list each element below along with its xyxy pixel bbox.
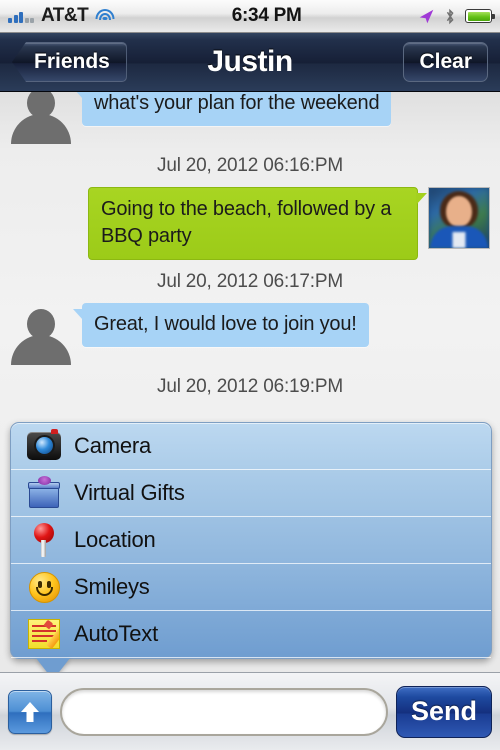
carrier-label: AT&T (41, 5, 89, 26)
location-pin-icon (22, 520, 66, 560)
signal-bars-icon (8, 9, 34, 23)
status-bar: AT&T 6:34 PM (0, 0, 500, 33)
camera-icon (22, 426, 66, 466)
popup-item-label: Camera (74, 433, 152, 458)
popup-item-camera[interactable]: Camera (11, 423, 491, 470)
avatar-user-photo[interactable] (428, 187, 490, 249)
clear-button[interactable]: Clear (403, 42, 488, 82)
message-bubble-incoming[interactable]: Great, I would love to join you! (73, 303, 369, 347)
avatar-placeholder-silhouette[interactable] (10, 92, 72, 144)
phone-screen: AT&T 6:34 PM Friends Justin Clear what's… (0, 0, 500, 750)
message-timestamp: Jul 20, 2012 06:16:PM (157, 155, 343, 176)
popup-item-virtual-gifts[interactable]: Virtual Gifts (11, 470, 491, 517)
popup-item-autotext[interactable]: AutoText (11, 611, 491, 658)
notepad-pencil-icon (22, 614, 66, 654)
smiley-icon (22, 567, 66, 607)
popup-item-smileys[interactable]: Smileys (11, 564, 491, 611)
message-input-toolbar: Send (0, 672, 500, 750)
message-timestamp: Jul 20, 2012 06:17:PM (157, 271, 343, 292)
message-bubble-incoming[interactable]: what's your plan for the weekend (72, 92, 392, 126)
message-row-incoming: Great, I would love to join you! (0, 303, 500, 365)
gift-icon (22, 473, 66, 513)
message-row-outgoing: Going to the beach, followed by a BBQ pa… (0, 187, 500, 260)
wifi-icon (95, 8, 115, 24)
status-bar-center: 6:34 PM (115, 5, 418, 27)
send-button[interactable]: Send (395, 685, 492, 738)
message-bubble-outgoing[interactable]: Going to the beach, followed by a BBQ pa… (88, 187, 427, 260)
popup-item-label: Smileys (74, 574, 150, 599)
attachment-button[interactable] (8, 689, 52, 734)
message-timestamp: Jul 20, 2012 06:19:PM (157, 376, 343, 397)
attachment-popup-menu: Camera Virtual Gifts Location Smileys Au… (10, 422, 492, 680)
message-row-incoming: what's your plan for the weekend (0, 92, 500, 144)
popup-item-label: AutoText (74, 621, 159, 646)
clock-label: 6:34 PM (231, 5, 302, 26)
back-button-friends[interactable]: Friends (12, 42, 127, 82)
popup-item-label: Virtual Gifts (74, 480, 185, 505)
up-arrow-icon (21, 701, 39, 722)
bluetooth-icon (446, 8, 454, 24)
battery-icon (465, 9, 495, 23)
popup-item-label: Location (74, 527, 156, 552)
popup-item-location[interactable]: Location (11, 517, 491, 564)
status-bar-left: AT&T (8, 5, 115, 27)
location-arrow-icon (419, 9, 434, 23)
navigation-bar: Friends Justin Clear (0, 33, 500, 92)
avatar-placeholder-silhouette[interactable] (10, 303, 72, 365)
status-bar-right (418, 8, 495, 25)
message-input[interactable] (60, 687, 388, 736)
